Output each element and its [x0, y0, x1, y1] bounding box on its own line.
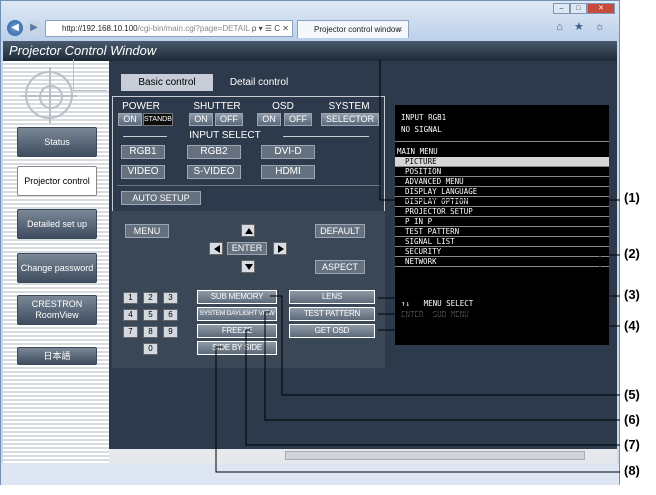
callout-8: (8): [624, 463, 640, 478]
callout-5: (5): [624, 387, 640, 402]
callout-2: (2): [624, 246, 640, 261]
callout-6: (6): [624, 412, 640, 427]
callout-1: (1): [624, 190, 640, 205]
callout-4: (4): [624, 318, 640, 333]
callout-3: (3): [624, 287, 640, 302]
callout-lines: [215, 60, 620, 473]
callout-7: (7): [624, 437, 640, 452]
